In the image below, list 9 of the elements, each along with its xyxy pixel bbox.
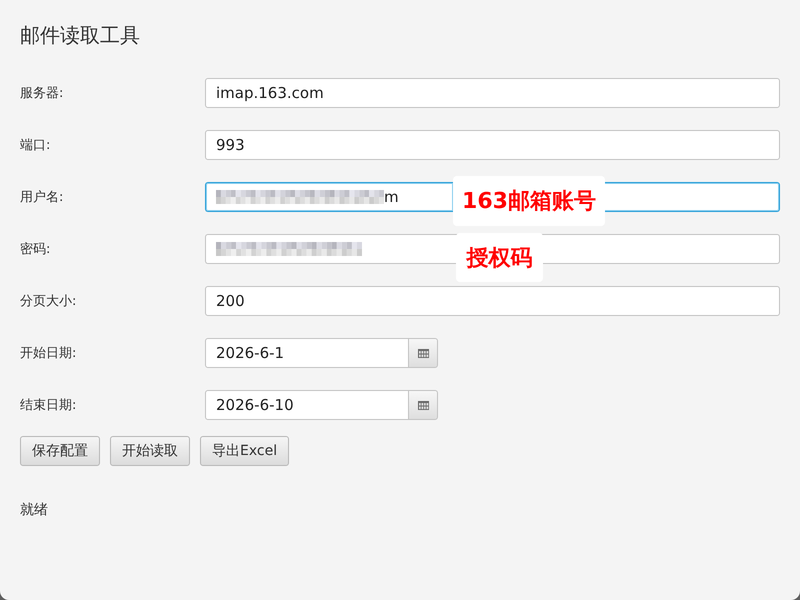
field-label: 服务器: (20, 85, 64, 102)
field-label: 结束日期: (20, 397, 78, 414)
field-label: 用户名: (20, 189, 64, 206)
field-label: 分页大小: (20, 293, 78, 310)
status-text: 就绪 (20, 502, 48, 518)
window-title: 邮件读取工具 (20, 22, 140, 49)
field-label: 开始日期: (20, 345, 78, 362)
field-label: 端口: (20, 137, 52, 154)
field-label: 密码: (20, 241, 52, 258)
